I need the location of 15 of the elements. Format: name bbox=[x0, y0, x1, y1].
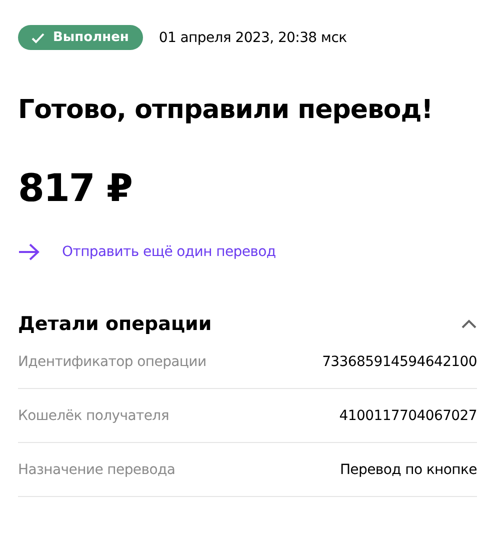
status-label: Выполнен bbox=[53, 30, 129, 45]
arrow-right-icon[interactable] bbox=[18, 243, 40, 261]
detail-value: 4100117704067027 bbox=[339, 408, 477, 424]
detail-value: 733685914594642100 bbox=[322, 354, 477, 370]
chevron-icon[interactable] bbox=[461, 319, 477, 329]
send-again-link[interactable]: Отправить ещё один перевод bbox=[62, 244, 276, 260]
detail-value: Перевод по кнопке bbox=[340, 462, 477, 478]
detail-label: Кошелёк получателя bbox=[18, 408, 169, 424]
detail-label: Идентификатор операции bbox=[18, 354, 206, 370]
checkmark-icon bbox=[31, 32, 45, 44]
page-title: Готово, отправили перевод! bbox=[18, 94, 434, 127]
amount-text: 817 ₽ bbox=[18, 165, 133, 211]
section-title: Детали операции bbox=[18, 313, 212, 335]
detail-label: Назначение перевода bbox=[18, 462, 176, 478]
date-text: 01 апреля 2023, 20:38 мск bbox=[158, 30, 347, 46]
